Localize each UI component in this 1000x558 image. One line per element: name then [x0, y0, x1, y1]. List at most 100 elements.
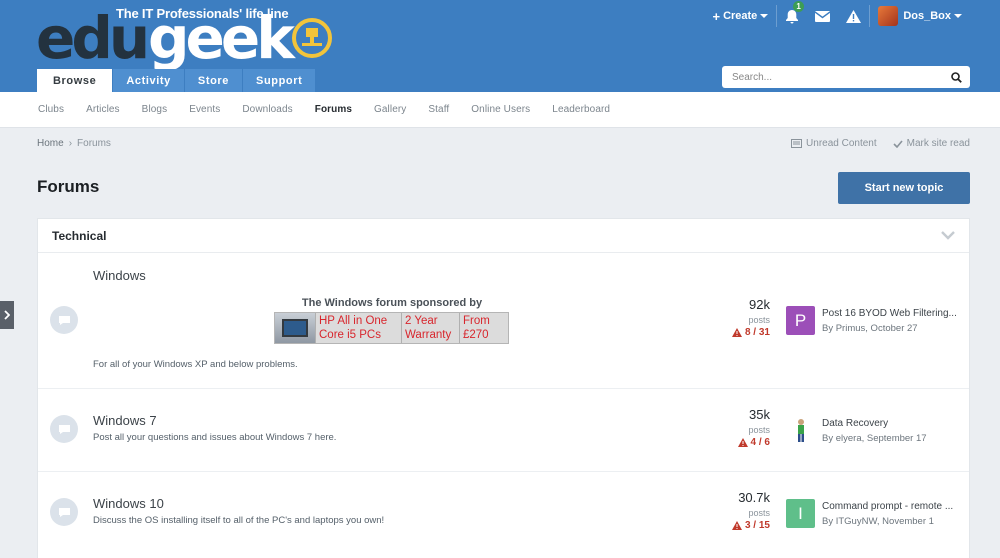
ad-text: From	[463, 315, 490, 327]
site-tagline: The IT Professionals' life line	[116, 6, 289, 21]
primary-nav: Browse Activity Store Support	[37, 69, 316, 92]
reports-link[interactable]: 4 / 6	[688, 437, 770, 448]
site-header: edu geek The IT Professionals' life line…	[0, 0, 1000, 92]
tab-support[interactable]: Support	[243, 69, 316, 92]
last-post-title[interactable]: Command prompt - remote ...	[822, 501, 964, 512]
last-post-title[interactable]: Data Recovery	[822, 418, 964, 429]
subnav-articles[interactable]: Articles	[75, 104, 131, 115]
speech-bubble-icon	[58, 507, 70, 517]
category-header: Technical	[38, 219, 969, 253]
subnav-downloads[interactable]: Downloads	[231, 104, 303, 115]
forum-title[interactable]: Windows 7	[93, 413, 157, 428]
forum-description: Post all your questions and issues about…	[93, 432, 337, 443]
last-post-meta: By Primus, October 27	[822, 323, 918, 334]
user-avatar[interactable]: I	[786, 499, 815, 528]
speech-bubble-icon	[58, 315, 70, 325]
notification-badge: 1	[793, 1, 804, 12]
tab-activity[interactable]: Activity	[113, 69, 184, 92]
computer-icon	[275, 313, 315, 343]
post-count: 30.7k	[738, 490, 770, 505]
user-menu[interactable]: Dos_Box	[870, 4, 970, 28]
subnav-forums[interactable]: Forums	[304, 104, 363, 115]
sidebar-toggle[interactable]	[0, 301, 14, 329]
create-label: Create	[723, 10, 758, 22]
forum-description: Discuss the OS installing itself to all …	[93, 515, 385, 526]
user-avatar[interactable]	[786, 416, 815, 445]
notifications-button[interactable]: 1	[777, 1, 807, 28]
reports-link[interactable]: 3 / 15	[688, 520, 770, 531]
forum-row: Windows 10 Discuss the OS installing its…	[38, 472, 969, 558]
messages-button[interactable]	[807, 4, 838, 28]
warning-icon	[731, 328, 742, 337]
sponsor-title: The Windows forum sponsored by	[301, 297, 483, 309]
posts-label: posts	[748, 425, 770, 435]
post-count: 92k	[749, 297, 770, 312]
unread-content-link[interactable]: Unread Content	[791, 138, 877, 149]
reports-count: 8 / 31	[744, 327, 770, 338]
subnav-clubs[interactable]: Clubs	[27, 104, 75, 115]
last-post: P Post 16 BYOD Web Filtering... By Primu…	[786, 306, 966, 336]
forum-stats: 30.7k posts 3 / 15	[688, 490, 770, 531]
forum-stats: 92k posts 8 / 31	[688, 297, 770, 338]
mark-site-read-link[interactable]: Mark site read	[893, 138, 970, 149]
search-input[interactable]	[732, 71, 932, 83]
breadcrumb-home[interactable]: Home	[37, 138, 64, 149]
logo-network-icon	[292, 18, 332, 58]
figure-icon	[797, 418, 804, 442]
last-post-meta: By ITGuyNW, November 1	[822, 516, 934, 527]
reports-button[interactable]	[838, 4, 869, 28]
last-post-meta: By elyera, September 17	[822, 433, 927, 444]
ad-text: Core i5 PCs	[319, 329, 381, 341]
tab-store[interactable]: Store	[184, 69, 243, 92]
subnav-gallery[interactable]: Gallery	[363, 104, 417, 115]
last-post-title[interactable]: Post 16 BYOD Web Filtering...	[822, 308, 964, 319]
page-title: Forums	[37, 177, 100, 196]
username: Dos_Box	[903, 10, 951, 22]
subnav-events[interactable]: Events	[178, 104, 231, 115]
reports-link[interactable]: 8 / 31	[688, 327, 770, 338]
sponsor-block: The Windows forum sponsored by HP All in…	[274, 297, 510, 344]
sponsor-banner[interactable]: HP All in One Core i5 PCs 2 Year Warranty …	[274, 312, 509, 344]
ad-text: 2 Year	[405, 315, 438, 327]
forum-read-status-icon	[50, 498, 78, 526]
unread-content-label: Unread Content	[806, 138, 877, 149]
chevron-down-icon[interactable]	[941, 231, 955, 240]
forum-row: Windows 7 Post all your questions and is…	[38, 389, 969, 472]
plus-icon: +	[712, 8, 721, 24]
chevron-down-icon	[954, 14, 962, 18]
subnav-leaderboard[interactable]: Leaderboard	[541, 104, 621, 115]
subnav-online-users[interactable]: Online Users	[460, 104, 541, 115]
secondary-nav: Clubs Articles Blogs Events Downloads Fo…	[0, 92, 1000, 128]
breadcrumb: Home › Forums	[37, 138, 111, 149]
create-menu[interactable]: + Create	[704, 4, 776, 28]
search-box	[722, 66, 970, 88]
reports-count: 3 / 15	[744, 520, 770, 531]
mark-site-read-label: Mark site read	[906, 138, 970, 149]
forum-row: Windows The Windows forum sponsored by H…	[38, 253, 969, 389]
chevron-right-icon: ›	[68, 138, 73, 149]
user-bar: + Create 1 Dos_Box	[704, 1, 970, 28]
start-new-topic-button[interactable]: Start new topic	[838, 172, 970, 204]
subnav-blogs[interactable]: Blogs	[131, 104, 179, 115]
ad-text: £270	[463, 329, 489, 341]
last-post: I Command prompt - remote ... By ITGuyNW…	[786, 499, 966, 529]
forum-description: For all of your Windows XP and below pro…	[93, 359, 298, 370]
user-avatar[interactable]: P	[786, 306, 815, 335]
warning-icon	[846, 9, 862, 23]
subnav-staff[interactable]: Staff	[417, 104, 460, 115]
chevron-right-icon	[4, 310, 10, 320]
warning-icon	[731, 521, 742, 530]
tab-browse[interactable]: Browse	[37, 69, 113, 92]
breadcrumb-current[interactable]: Forums	[77, 138, 111, 149]
forum-stats: 35k posts 4 / 6	[688, 407, 770, 448]
newspaper-icon	[791, 139, 803, 148]
envelope-icon	[815, 10, 831, 22]
category-title[interactable]: Technical	[52, 229, 106, 243]
forum-category: Technical Windows The Windows forum spon…	[37, 218, 970, 558]
forum-title[interactable]: Windows	[93, 268, 146, 283]
ad-text: Warranty	[405, 329, 452, 341]
ad-text: HP All in One	[319, 315, 388, 327]
search-icon[interactable]	[951, 71, 962, 83]
forum-title[interactable]: Windows 10	[93, 496, 164, 511]
user-avatar	[878, 6, 899, 26]
